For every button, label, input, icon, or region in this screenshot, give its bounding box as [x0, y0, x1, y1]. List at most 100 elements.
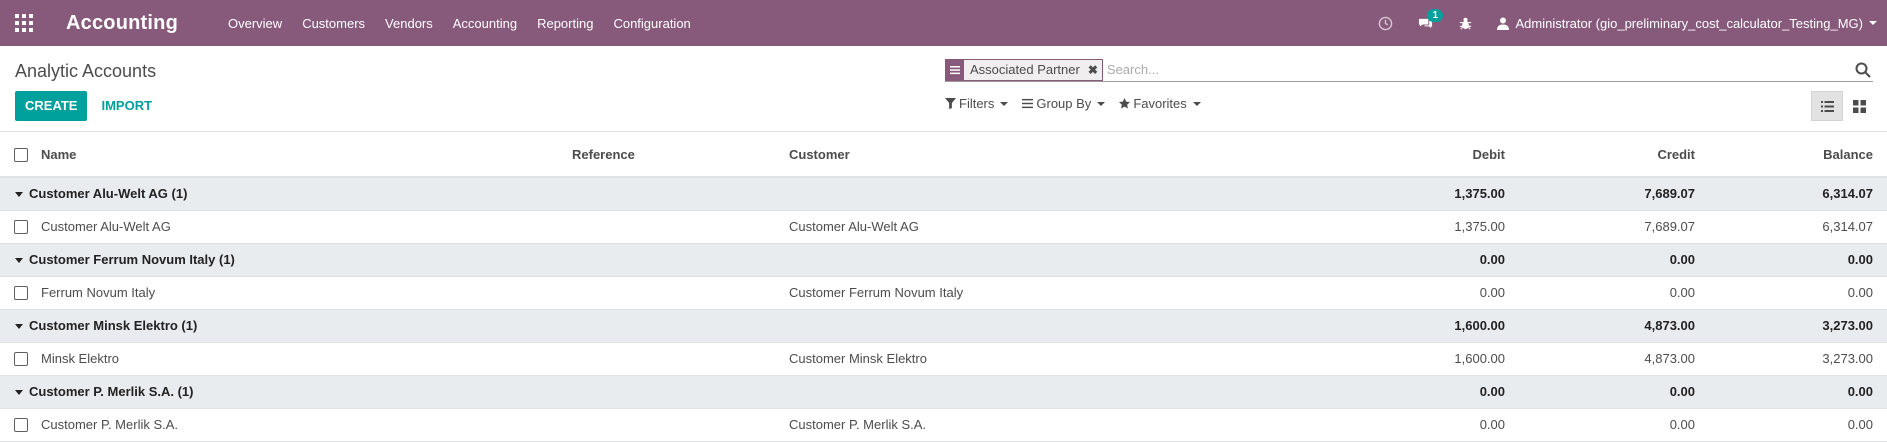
list-view-button[interactable]	[1811, 91, 1843, 121]
kanban-view-button[interactable]	[1843, 91, 1875, 121]
row-checkbox[interactable]	[14, 418, 28, 433]
chevron-down-icon	[1869, 21, 1877, 25]
group-balance: 0.00	[1709, 242, 1887, 277]
table-row[interactable]: Customer Alu-Welt AG Customer Alu-Welt A…	[0, 210, 1887, 244]
table-row[interactable]: Customer P. Merlik S.A. Customer P. Merl…	[0, 408, 1887, 442]
row-name: Customer Alu-Welt AG	[27, 210, 572, 244]
facet-label: Associated Partner	[964, 59, 1084, 80]
navbar-systray: 1 Administrator (gio_preliminary_cost_ca…	[1365, 0, 1887, 46]
group-label: Customer P. Merlik S.A. (1)	[29, 384, 194, 399]
create-button[interactable]: CREATE	[15, 91, 88, 121]
row-customer: Customer P. Merlik S.A.	[789, 408, 1329, 442]
row-credit: 4,873.00	[1519, 342, 1709, 376]
group-debit: 0.00	[1329, 374, 1519, 409]
group-balance: 0.00	[1709, 374, 1887, 409]
group-row[interactable]: Customer Ferrum Novum Italy (1) 0.00 0.0…	[0, 242, 1887, 277]
facet-remove-icon[interactable]: ✖	[1083, 59, 1102, 80]
row-reference	[572, 210, 789, 244]
analytic-accounts-table: Name Reference Customer Debit Credit Bal…	[0, 132, 1887, 442]
menu-vendors[interactable]: Vendors	[375, 16, 443, 31]
row-checkbox[interactable]	[14, 352, 28, 367]
search-icon[interactable]	[1855, 62, 1871, 78]
row-debit: 0.00	[1329, 408, 1519, 442]
select-all-checkbox-cell[interactable]	[0, 132, 28, 178]
groupby-dropdown[interactable]: Group By	[1022, 96, 1106, 111]
search-input[interactable]	[1106, 62, 1855, 77]
select-all-checkbox[interactable]	[14, 147, 28, 162]
caret-down-icon	[15, 390, 23, 396]
group-by-icon	[946, 59, 964, 80]
main-menu: Overview Customers Vendors Accounting Re…	[218, 16, 701, 31]
favorites-dropdown[interactable]: Favorites	[1119, 96, 1201, 111]
user-icon	[1497, 17, 1510, 30]
row-reference	[572, 276, 789, 310]
debug-bug-icon[interactable]	[1457, 15, 1473, 31]
list-icon	[1820, 100, 1834, 112]
caret-down-icon	[15, 258, 23, 264]
row-customer: Customer Minsk Elektro	[789, 342, 1329, 376]
row-name: Customer P. Merlik S.A.	[27, 408, 572, 442]
apps-grid-icon[interactable]	[1, 0, 47, 46]
group-debit: 1,600.00	[1329, 308, 1519, 343]
row-credit: 0.00	[1519, 408, 1709, 442]
chevron-down-icon	[1192, 101, 1201, 106]
column-header-reference[interactable]: Reference	[572, 132, 789, 178]
row-name: Minsk Elektro	[27, 342, 572, 376]
column-header-balance[interactable]: Balance	[1709, 132, 1887, 178]
bars-icon	[1022, 98, 1034, 109]
row-credit: 7,689.07	[1519, 210, 1709, 244]
column-header-name[interactable]: Name	[27, 132, 572, 178]
group-row[interactable]: Customer Minsk Elektro (1) 1,600.00 4,87…	[0, 308, 1887, 343]
row-debit: 0.00	[1329, 276, 1519, 310]
filter-icon	[945, 98, 956, 109]
menu-configuration[interactable]: Configuration	[603, 16, 700, 31]
search-options: Filters Group By Favorites	[945, 96, 1215, 111]
menu-overview[interactable]: Overview	[218, 16, 292, 31]
activity-clock-icon[interactable]	[1377, 15, 1393, 31]
star-icon	[1119, 98, 1131, 109]
group-balance: 6,314.07	[1709, 176, 1887, 211]
group-credit: 0.00	[1519, 374, 1709, 409]
menu-accounting[interactable]: Accounting	[443, 16, 527, 31]
row-balance: 0.00	[1709, 408, 1887, 442]
column-header-debit[interactable]: Debit	[1329, 132, 1519, 178]
menu-reporting[interactable]: Reporting	[527, 16, 603, 31]
row-credit: 0.00	[1519, 276, 1709, 310]
groupby-label: Group By	[1036, 96, 1092, 111]
table-row[interactable]: Minsk Elektro Customer Minsk Elektro 1,6…	[0, 342, 1887, 376]
search-facet: Associated Partner ✖	[945, 58, 1103, 81]
column-header-customer[interactable]: Customer	[789, 132, 1329, 178]
row-checkbox[interactable]	[14, 286, 28, 301]
row-checkbox[interactable]	[14, 220, 28, 235]
group-balance: 3,273.00	[1709, 308, 1887, 343]
group-credit: 4,873.00	[1519, 308, 1709, 343]
action-buttons: CREATE IMPORT	[15, 91, 166, 121]
view-switcher	[1811, 91, 1875, 121]
app-title[interactable]: Accounting	[66, 12, 178, 35]
row-customer: Customer Ferrum Novum Italy	[789, 276, 1329, 310]
filters-label: Filters	[959, 96, 995, 111]
user-name: Administrator (gio_preliminary_cost_calc…	[1515, 15, 1863, 31]
chat-count-badge: 1	[1427, 9, 1444, 22]
group-row[interactable]: Customer Alu-Welt AG (1) 1,375.00 7,689.…	[0, 176, 1887, 211]
search-bar: Associated Partner ✖	[945, 58, 1873, 82]
group-debit: 0.00	[1329, 242, 1519, 277]
row-debit: 1,375.00	[1329, 210, 1519, 244]
messaging-chat-icon[interactable]: 1	[1417, 9, 1444, 31]
row-name: Ferrum Novum Italy	[27, 276, 572, 310]
table-row[interactable]: Ferrum Novum Italy Customer Ferrum Novum…	[0, 276, 1887, 310]
row-balance: 0.00	[1709, 276, 1887, 310]
column-header-credit[interactable]: Credit	[1519, 132, 1709, 178]
group-label: Customer Alu-Welt AG (1)	[29, 186, 188, 202]
control-panel: Analytic Accounts CREATE IMPORT Associat…	[0, 46, 1887, 132]
group-row[interactable]: Customer P. Merlik S.A. (1) 0.00 0.00 0.…	[0, 374, 1887, 409]
favorites-label: Favorites	[1133, 96, 1187, 111]
row-balance: 6,314.07	[1709, 210, 1887, 244]
group-credit: 0.00	[1519, 242, 1709, 277]
row-debit: 1,600.00	[1329, 342, 1519, 376]
menu-customers[interactable]: Customers	[292, 16, 375, 31]
chevron-down-icon	[1000, 101, 1009, 106]
import-button[interactable]: IMPORT	[87, 91, 166, 121]
filters-dropdown[interactable]: Filters	[945, 96, 1009, 111]
user-menu[interactable]: Administrator (gio_preliminary_cost_calc…	[1497, 16, 1877, 31]
